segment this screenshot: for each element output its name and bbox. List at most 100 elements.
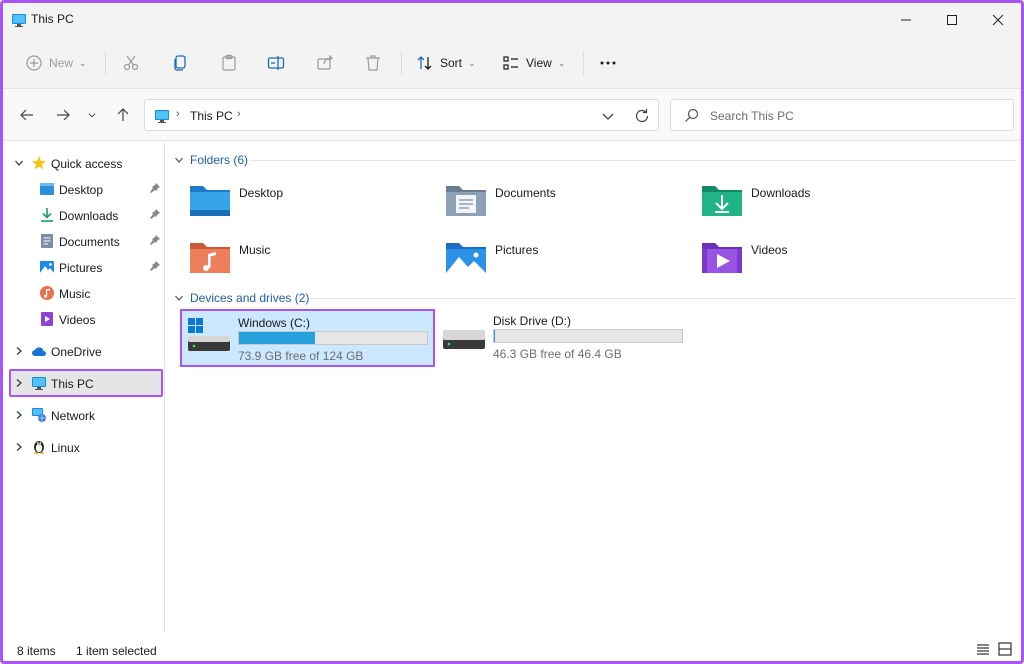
pin-icon[interactable] [149, 208, 161, 220]
chevron-down-icon [175, 157, 183, 163]
sidebar-item-linux[interactable]: Linux [9, 434, 163, 460]
navigation-pane: Quick access Desktop Downloads Documents… [3, 142, 165, 632]
item-count: 8 items [17, 644, 56, 658]
more-options-button[interactable] [599, 49, 617, 77]
breadcrumb-this-pc[interactable]: This PC [190, 109, 233, 123]
videos-folder-icon [702, 243, 742, 273]
sidebar-item-music[interactable]: Music [9, 280, 163, 306]
share-icon [317, 55, 333, 70]
this-pc-icon [12, 14, 26, 27]
chevron-down-icon[interactable] [14, 158, 24, 168]
paste-button[interactable] [220, 49, 238, 77]
group-divider [250, 160, 1016, 161]
folder-name: Documents [495, 186, 556, 200]
sidebar-item-this-pc[interactable]: This PC [9, 369, 163, 397]
pin-icon[interactable] [149, 182, 161, 194]
cut-button[interactable] [122, 49, 140, 77]
address-bar[interactable]: › This PC › [144, 99, 659, 131]
sidebar-item-desktop[interactable]: Desktop [9, 176, 163, 202]
drive-windows-c[interactable]: Windows (C:) 73.9 GB free of 124 GB [180, 309, 435, 367]
new-button[interactable]: New ⌄ [25, 49, 87, 77]
folder-videos[interactable]: Videos [700, 237, 950, 283]
minimize-button[interactable] [883, 3, 929, 37]
delete-icon [366, 55, 380, 71]
close-icon [992, 14, 1004, 26]
pin-icon[interactable] [149, 234, 161, 246]
music-icon [40, 286, 54, 300]
share-button[interactable] [316, 49, 334, 77]
sidebar-item-quick-access[interactable]: Quick access [9, 150, 163, 176]
copy-icon [174, 55, 186, 71]
sidebar-item-label: Quick access [51, 157, 123, 171]
cloud-icon [32, 347, 46, 356]
chevron-right-icon[interactable]: › [237, 108, 241, 120]
sidebar-item-label: Documents [59, 235, 120, 249]
music-folder-icon [190, 243, 230, 273]
downloads-icon [41, 208, 53, 222]
forward-button[interactable] [53, 105, 73, 125]
sidebar-item-onedrive[interactable]: OneDrive [9, 338, 163, 364]
close-button[interactable] [975, 3, 1021, 37]
search-box[interactable] [670, 99, 1014, 131]
drives-group-header[interactable]: Devices and drives (2) [174, 289, 309, 307]
linux-penguin-icon [34, 441, 44, 454]
windows-drive-icon [188, 318, 230, 351]
rename-button[interactable] [267, 49, 285, 77]
folder-name: Pictures [495, 243, 539, 257]
chevron-right-icon[interactable] [14, 442, 24, 452]
search-input[interactable] [710, 107, 1000, 125]
drive-usage-bar [238, 331, 428, 345]
pin-icon[interactable] [149, 260, 161, 272]
more-icon [600, 61, 616, 65]
chevron-down-icon[interactable] [600, 108, 616, 124]
copy-button[interactable] [171, 49, 189, 77]
up-button[interactable] [113, 105, 133, 125]
minimize-icon [901, 19, 911, 21]
sort-icon [417, 56, 432, 70]
drive-free-space: 46.3 GB free of 46.4 GB [493, 347, 622, 361]
toolbar-divider [105, 51, 106, 75]
window-title: This PC [31, 12, 74, 26]
refresh-icon[interactable] [633, 107, 651, 125]
back-button[interactable] [17, 105, 37, 125]
title-bar: This PC [3, 3, 1021, 37]
this-pc-icon [32, 377, 46, 390]
folder-pictures[interactable]: Pictures [444, 237, 694, 283]
folder-desktop[interactable]: Desktop [188, 180, 438, 226]
address-row: › This PC › [3, 89, 1021, 141]
cut-icon [123, 55, 139, 71]
folder-documents[interactable]: Documents [444, 180, 694, 226]
group-title: Devices and drives (2) [190, 291, 310, 305]
sidebar-item-pictures[interactable]: Pictures [9, 254, 163, 280]
desktop-icon [40, 183, 54, 195]
delete-button[interactable] [364, 49, 382, 77]
drive-usage-bar [493, 329, 683, 343]
sort-button[interactable]: Sort ⌄ [416, 49, 476, 77]
chevron-right-icon[interactable] [14, 378, 24, 388]
maximize-button[interactable] [929, 3, 975, 37]
desktop-folder-icon [190, 186, 230, 216]
details-view-icon[interactable] [976, 642, 990, 656]
group-divider [310, 298, 1016, 299]
chevron-right-icon[interactable] [14, 346, 24, 356]
new-label: New [49, 56, 74, 70]
documents-icon [41, 234, 53, 248]
sidebar-item-documents[interactable]: Documents [9, 228, 163, 254]
folders-group-header[interactable]: Folders (6) [174, 151, 248, 169]
sidebar-item-downloads[interactable]: Downloads [9, 202, 163, 228]
tiles-view-icon[interactable] [998, 642, 1012, 656]
arrow-up-icon [117, 108, 129, 121]
chevron-right-icon[interactable] [14, 410, 24, 420]
sidebar-item-videos[interactable]: Videos [9, 306, 163, 332]
chevron-right-icon: › [176, 108, 180, 120]
sidebar-item-label: This PC [51, 377, 94, 391]
view-button[interactable]: View ⌄ [502, 49, 565, 77]
drive-disk-d[interactable]: Disk Drive (D:) 46.3 GB free of 46.4 GB [437, 309, 692, 367]
rename-icon [267, 56, 285, 70]
network-icon [32, 408, 46, 422]
recent-locations-button[interactable] [85, 105, 99, 125]
sidebar-item-network[interactable]: Network [9, 402, 163, 428]
folder-downloads[interactable]: Downloads [700, 180, 950, 226]
folder-music[interactable]: Music [188, 237, 438, 283]
drive-free-space: 73.9 GB free of 124 GB [238, 349, 364, 363]
